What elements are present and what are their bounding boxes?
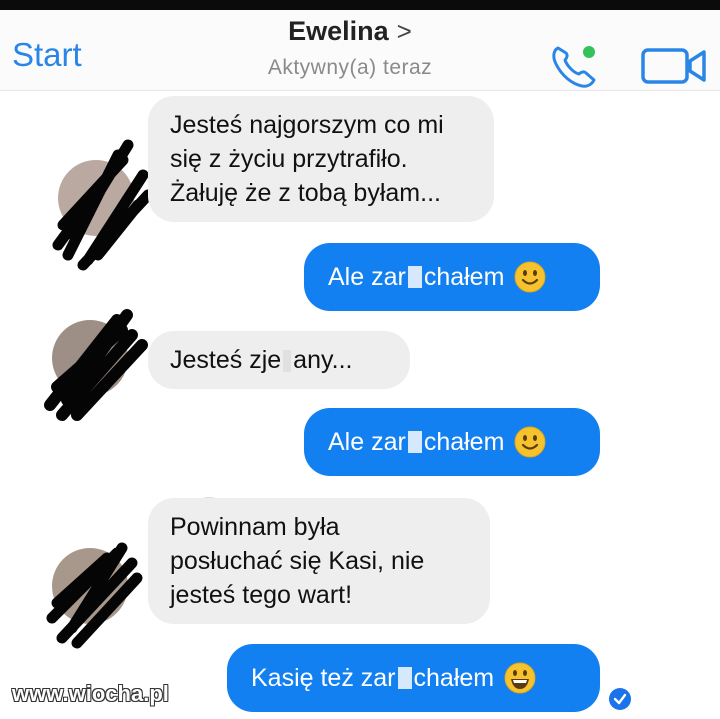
censor-blur xyxy=(407,431,422,453)
message-text: Jesteś zje xyxy=(170,346,282,374)
video-call-icon[interactable] xyxy=(640,46,708,86)
incoming-message: Jesteś najgorszym co mi się z życiu przy… xyxy=(148,96,494,222)
site-watermark: www.wiocha.pl xyxy=(12,681,169,706)
grinning-face-icon xyxy=(504,662,536,694)
contact-title[interactable]: Ewelina > xyxy=(0,16,720,47)
incoming-message: Jesteś zje any... xyxy=(148,331,410,389)
status-bar xyxy=(0,0,720,10)
censor-blur xyxy=(283,350,292,373)
contact-avatar xyxy=(52,139,154,271)
message-line: posłuchać się Kasi, nie xyxy=(170,547,425,575)
scribble-redaction xyxy=(44,309,148,421)
censor-blur xyxy=(407,266,422,288)
message-text: Kasię też zar xyxy=(251,664,396,692)
outgoing-message: Ale zar chałem xyxy=(304,243,600,311)
censor-blur xyxy=(397,667,412,689)
contact-avatar xyxy=(46,542,143,649)
slightly-smiling-face-icon xyxy=(514,261,546,293)
scribble-redaction xyxy=(46,542,143,649)
contact-avatar xyxy=(44,309,148,421)
phone-call-icon[interactable] xyxy=(548,40,604,90)
chevron-right-icon[interactable]: > xyxy=(397,16,412,46)
message-text: chałem xyxy=(423,263,505,291)
slightly-smiling-face-icon xyxy=(514,426,546,458)
message-line: Jesteś najgorszym co mi xyxy=(170,111,444,139)
message-text: any... xyxy=(293,346,353,374)
message-line: Żałuję że z tobą byłam... xyxy=(170,179,441,207)
message-line: Powinnam była xyxy=(170,513,340,541)
message-line: jesteś tego wart! xyxy=(170,581,353,609)
message-text: chałem xyxy=(413,664,495,692)
outgoing-message: Kasię też zar chałem xyxy=(227,644,600,712)
incoming-message: Powinnam była posłuchać się Kasi, nie je… xyxy=(148,498,490,624)
message-line: się z życiu przytrafiło. xyxy=(170,145,408,173)
message-text: chałem xyxy=(423,428,505,456)
contact-name[interactable]: Ewelina xyxy=(288,16,389,47)
seen-check-icon xyxy=(609,688,631,710)
message-text: Ale zar xyxy=(328,263,406,291)
outgoing-message: Ale zar chałem xyxy=(304,408,600,476)
message-text: Ale zar xyxy=(328,428,406,456)
scribble-redaction xyxy=(52,139,154,271)
chat-header: Start Ewelina > Aktywny(a) teraz xyxy=(0,10,720,91)
